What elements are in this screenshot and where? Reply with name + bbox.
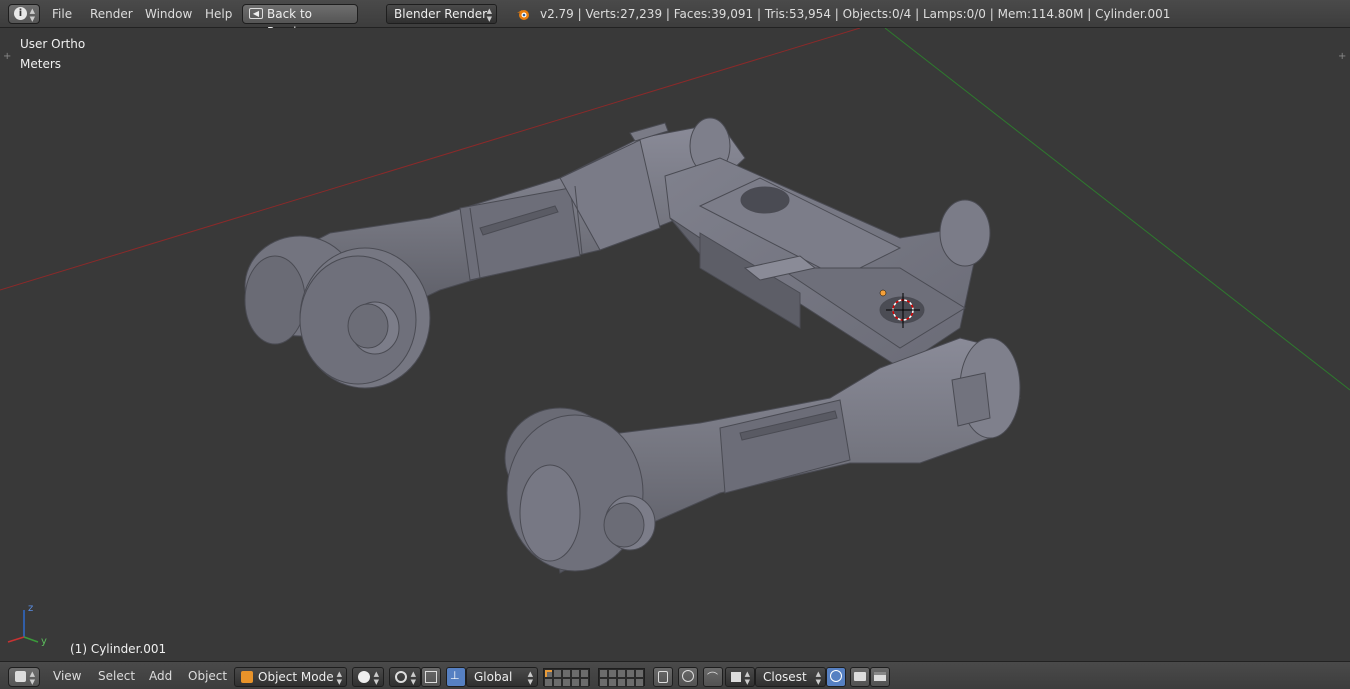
scene-layers-group-2[interactable]: [598, 668, 645, 687]
proportional-edit-icon: [682, 670, 694, 682]
render-engine-dropdown[interactable]: Blender Render ▲ ▼: [386, 4, 497, 24]
info-header: i ▲▼ File Render Window Help ◀ Back to P…: [0, 0, 1350, 39]
transform-orientation-dropdown[interactable]: Global ▲ ▼: [466, 667, 538, 687]
layer-7[interactable]: [608, 669, 617, 678]
3d-viewport[interactable]: + + User Ortho Meters z y (1) Cylinder.0…: [0, 28, 1350, 661]
viewport-canvas: + +: [0, 28, 1350, 643]
axis-gizmo-icon: [7, 610, 39, 643]
chevron-updown-icon: ▲ ▼: [527, 670, 533, 686]
info-icon: i: [14, 7, 27, 20]
menu-add[interactable]: Add: [149, 662, 172, 689]
chevron-updown-icon: ▲ ▼: [815, 670, 821, 686]
pivot-point-dropdown[interactable]: ▲ ▼: [389, 667, 421, 687]
chevron-updown-icon: ▲ ▼: [486, 7, 492, 23]
layer-12[interactable]: [553, 678, 562, 687]
scene-stats: v2.79 | Verts:27,239 | Faces:39,091 | Tr…: [540, 7, 1171, 21]
layer-10[interactable]: [635, 669, 644, 678]
layer-13[interactable]: [562, 678, 571, 687]
opengl-render-image-button[interactable]: [850, 667, 870, 687]
menu-render[interactable]: Render: [90, 0, 133, 28]
lock-layers-button[interactable]: [653, 667, 673, 687]
chevron-updown-icon: ▲ ▼: [373, 670, 379, 686]
orientation-value: Global: [474, 670, 513, 684]
object-mode-cube-icon: [241, 671, 253, 683]
menu-file[interactable]: File: [52, 0, 72, 28]
solid-shading-sphere-icon: [358, 671, 370, 683]
gizmo-z-label: z: [28, 603, 34, 614]
properties-toggle-icon: +: [1338, 51, 1346, 62]
gizmo-y-label: y: [41, 636, 47, 647]
layer-lock-icon: [658, 671, 668, 683]
menu-select[interactable]: Select: [98, 662, 135, 689]
chevron-updown-icon: ▲ ▼: [29, 670, 35, 686]
layer-15[interactable]: [580, 678, 589, 687]
layer-2[interactable]: [553, 669, 562, 678]
blender-logo-icon: [516, 7, 530, 21]
3d-view-cube-icon: [15, 671, 26, 682]
chevron-updown-icon: ▲ ▼: [410, 670, 416, 686]
layer-5[interactable]: [580, 669, 589, 678]
unit-system: Meters: [20, 57, 62, 71]
layer-19[interactable]: [626, 678, 635, 687]
translate-arrows-icon: ⊥: [450, 669, 460, 682]
clapperboard-icon: [874, 672, 886, 681]
manipulator-icon: [425, 671, 437, 683]
manipulator-toggle-button[interactable]: [421, 667, 441, 687]
interaction-mode-dropdown[interactable]: Object Mode ▲ ▼: [234, 667, 347, 687]
layer-14[interactable]: [571, 678, 580, 687]
layer-11[interactable]: [544, 678, 553, 687]
editor-type-button[interactable]: ▲ ▼: [8, 667, 40, 687]
snap-increment-icon: [731, 672, 741, 682]
chevron-updown-icon: ▲ ▼: [744, 670, 750, 686]
layer-9[interactable]: [626, 669, 635, 678]
toolshelf-toggle-icon: +: [3, 51, 11, 62]
layer-6[interactable]: [599, 669, 608, 678]
snap-target-dropdown[interactable]: Closest ▲ ▼: [755, 667, 826, 687]
menu-object[interactable]: Object: [188, 662, 227, 689]
magnet-icon: ⌒: [707, 671, 718, 684]
render-engine-value: Blender Render: [394, 7, 488, 21]
align-rotation-icon: [830, 670, 842, 682]
layer-4[interactable]: [571, 669, 580, 678]
layer-17[interactable]: [608, 678, 617, 687]
menu-help[interactable]: Help: [205, 0, 232, 28]
scene-layers-group-1[interactable]: [543, 668, 590, 687]
cylinder-model: [244, 117, 1021, 574]
layer-8[interactable]: [617, 669, 626, 678]
back-arrow-icon: ◀: [249, 8, 263, 19]
layer-16[interactable]: [599, 678, 608, 687]
viewport-shading-dropdown[interactable]: ▲ ▼: [352, 667, 384, 687]
back-to-previous-button[interactable]: ◀ Back to Previous: [242, 4, 358, 39]
3d-view-header: ▲ ▼ View Select Add Object Object Mode ▲ ▼…: [0, 661, 1350, 689]
object-origin: [879, 289, 887, 297]
pivot-point-icon: [395, 671, 407, 683]
chevron-updown-icon: ▲ ▼: [29, 7, 35, 23]
camera-icon: [854, 672, 866, 681]
snap-element-dropdown[interactable]: ▲ ▼: [725, 667, 755, 687]
menu-view[interactable]: View: [53, 662, 81, 689]
translate-manipulator-button[interactable]: ⊥: [446, 667, 466, 687]
layer-1[interactable]: [544, 669, 553, 678]
view-name: User Ortho: [20, 37, 86, 51]
snap-toggle-button[interactable]: ⌒: [703, 667, 723, 687]
layer-3[interactable]: [562, 669, 571, 678]
chevron-updown-icon: ▲ ▼: [336, 670, 342, 686]
proportional-editing-button[interactable]: [678, 667, 698, 687]
active-object-label: (1) Cylinder.001: [70, 642, 167, 656]
opengl-render-animation-button[interactable]: [870, 667, 890, 687]
layer-20[interactable]: [635, 678, 644, 687]
align-rotation-button[interactable]: [826, 667, 846, 687]
menu-window[interactable]: Window: [145, 0, 192, 28]
mode-value: Object Mode: [258, 670, 334, 684]
layer-18[interactable]: [617, 678, 626, 687]
editor-type-button[interactable]: i ▲ ▼: [8, 4, 40, 24]
snap-target-value: Closest: [763, 670, 807, 684]
